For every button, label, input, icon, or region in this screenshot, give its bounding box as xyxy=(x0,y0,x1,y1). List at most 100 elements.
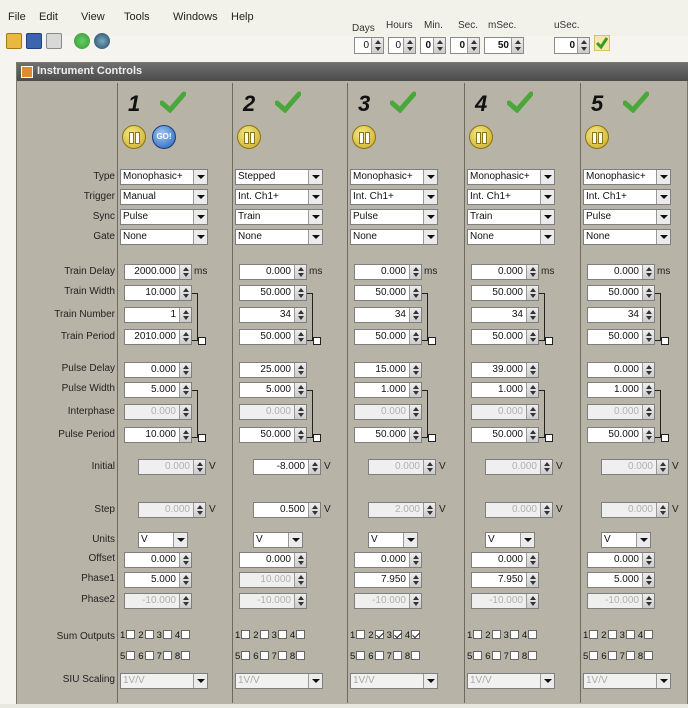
chevron-down-icon[interactable] xyxy=(540,230,554,244)
train-number-field[interactable]: 34 xyxy=(471,307,539,323)
spin-arrows-icon[interactable] xyxy=(179,330,191,344)
chevron-down-icon[interactable] xyxy=(656,674,670,688)
chevron-down-icon[interactable] xyxy=(656,170,670,184)
sync-dropdown[interactable]: Pulse xyxy=(350,209,438,225)
train-period-field[interactable]: 50.000 xyxy=(354,329,422,345)
interphase-field[interactable]: 0.000 xyxy=(124,404,192,420)
spin-arrows-icon[interactable] xyxy=(179,573,191,587)
spin-arrows-icon[interactable] xyxy=(294,383,306,397)
pulse-period-field[interactable]: 50.000 xyxy=(471,427,539,443)
menu-file[interactable]: File xyxy=(8,11,26,23)
gate-dropdown[interactable]: None xyxy=(350,229,438,245)
pulse-link-icon[interactable] xyxy=(661,434,669,442)
gate-dropdown[interactable]: None xyxy=(467,229,555,245)
spin-arrows-icon[interactable] xyxy=(642,363,654,377)
pulse-delay-field[interactable]: 25.000 xyxy=(239,362,307,378)
pause-icon[interactable] xyxy=(122,125,146,149)
chevron-down-icon[interactable] xyxy=(193,674,207,688)
spin-arrows-icon[interactable] xyxy=(179,383,191,397)
train-delay-field[interactable]: 0.000 xyxy=(587,264,655,280)
spin-arrows-icon[interactable] xyxy=(179,594,191,608)
chevron-down-icon[interactable] xyxy=(540,170,554,184)
sum-output-3-checkbox[interactable] xyxy=(162,629,172,639)
spin-arrows-icon[interactable] xyxy=(179,363,191,377)
offset-field[interactable]: 0.000 xyxy=(354,552,422,568)
spin-arrows-icon[interactable] xyxy=(642,594,654,608)
train-number-field[interactable]: 34 xyxy=(354,307,422,323)
units-dropdown[interactable]: V xyxy=(368,532,418,548)
chevron-down-icon[interactable] xyxy=(656,230,670,244)
spin-arrows-icon[interactable] xyxy=(294,594,306,608)
sum-output-2-checkbox[interactable] xyxy=(259,629,269,639)
sum-output-4-checkbox[interactable] xyxy=(181,629,191,639)
spin-arrows-icon[interactable] xyxy=(308,503,320,517)
interphase-field[interactable]: 0.000 xyxy=(471,404,539,420)
print-icon[interactable] xyxy=(46,33,62,49)
pause-icon[interactable] xyxy=(585,125,609,149)
step-field[interactable]: 0.000 xyxy=(601,502,669,518)
spin-arrows-icon[interactable] xyxy=(526,573,538,587)
train-width-field[interactable]: 50.000 xyxy=(239,285,307,301)
chevron-down-icon[interactable] xyxy=(193,210,207,224)
usec-spinner[interactable]: 0 xyxy=(554,37,590,54)
initial-field[interactable]: -8.000 xyxy=(253,459,321,475)
chevron-down-icon[interactable] xyxy=(540,674,554,688)
spin-arrows-icon[interactable] xyxy=(179,286,191,300)
sum-output-6-checkbox[interactable] xyxy=(144,650,154,660)
train-period-field[interactable]: 50.000 xyxy=(587,329,655,345)
type-dropdown[interactable]: Monophasic+ xyxy=(583,169,671,185)
spin-arrows-icon[interactable] xyxy=(526,553,538,567)
initial-field[interactable]: 0.000 xyxy=(601,459,669,475)
trigger-dropdown[interactable]: Int. Ch1+ xyxy=(583,189,671,205)
train-delay-field[interactable]: 0.000 xyxy=(239,264,307,280)
siu-scaling-dropdown[interactable]: 1V/V xyxy=(583,673,671,689)
spin-arrows-icon[interactable] xyxy=(179,308,191,322)
train-number-field[interactable]: 34 xyxy=(587,307,655,323)
sum-output-6-checkbox[interactable] xyxy=(607,650,617,660)
chevron-down-icon[interactable] xyxy=(308,210,322,224)
save-icon[interactable] xyxy=(26,33,42,49)
spin-arrows-icon[interactable] xyxy=(526,363,538,377)
spin-arrows-icon[interactable] xyxy=(577,38,589,53)
sum-output-8-checkbox[interactable] xyxy=(411,650,421,660)
sum-output-7-checkbox[interactable] xyxy=(162,650,172,660)
sum-output-4-checkbox[interactable] xyxy=(528,629,538,639)
offset-field[interactable]: 0.000 xyxy=(239,552,307,568)
days-spinner[interactable]: 0 xyxy=(354,37,384,54)
spin-arrows-icon[interactable] xyxy=(179,553,191,567)
chevron-down-icon[interactable] xyxy=(636,533,650,547)
interphase-field[interactable]: 0.000 xyxy=(239,404,307,420)
sync-dropdown[interactable]: Train xyxy=(235,209,323,225)
enabled-check-icon[interactable] xyxy=(275,91,301,113)
spin-arrows-icon[interactable] xyxy=(642,308,654,322)
chevron-down-icon[interactable] xyxy=(540,210,554,224)
gate-dropdown[interactable]: None xyxy=(583,229,671,245)
enabled-check-icon[interactable] xyxy=(390,91,416,113)
spin-arrows-icon[interactable] xyxy=(409,308,421,322)
trigger-dropdown[interactable]: Manual xyxy=(120,189,208,205)
pulse-period-field[interactable]: 50.000 xyxy=(587,427,655,443)
phase1-field[interactable]: 10.000 xyxy=(239,572,307,588)
spin-arrows-icon[interactable] xyxy=(526,428,538,442)
phase2-field[interactable]: -10.000 xyxy=(124,593,192,609)
siu-scaling-dropdown[interactable]: 1V/V xyxy=(467,673,555,689)
gate-dropdown[interactable]: None xyxy=(120,229,208,245)
type-dropdown[interactable]: Stepped xyxy=(235,169,323,185)
spin-arrows-icon[interactable] xyxy=(294,363,306,377)
menu-tools[interactable]: Tools xyxy=(124,11,150,23)
train-width-field[interactable]: 50.000 xyxy=(471,285,539,301)
sum-output-8-checkbox[interactable] xyxy=(644,650,654,660)
spin-arrows-icon[interactable] xyxy=(526,308,538,322)
sum-output-8-checkbox[interactable] xyxy=(528,650,538,660)
sum-output-6-checkbox[interactable] xyxy=(374,650,384,660)
spin-arrows-icon[interactable] xyxy=(294,573,306,587)
train-link-icon[interactable] xyxy=(198,337,206,345)
chevron-down-icon[interactable] xyxy=(656,210,670,224)
units-dropdown[interactable]: V xyxy=(138,532,188,548)
pulse-period-field[interactable]: 50.000 xyxy=(354,427,422,443)
spin-arrows-icon[interactable] xyxy=(433,38,445,53)
sec-spinner[interactable]: 0 xyxy=(450,37,480,54)
sum-output-7-checkbox[interactable] xyxy=(277,650,287,660)
spin-arrows-icon[interactable] xyxy=(294,265,306,279)
chevron-down-icon[interactable] xyxy=(423,210,437,224)
